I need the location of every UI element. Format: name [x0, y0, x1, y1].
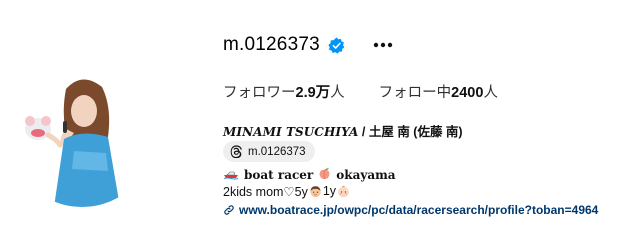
- profile-link[interactable]: www.boatrace.jp/owpc/pc/data/racersearch…: [223, 201, 598, 219]
- boy-emoji-icon: [309, 185, 322, 198]
- profile-avatar[interactable]: [8, 59, 156, 207]
- bio-kids-text: 2kids mom♡5y: [223, 184, 308, 199]
- peach-emoji-icon: [318, 167, 331, 183]
- bio-okayama: okayama: [336, 168, 396, 182]
- followers-label: フォロワー: [223, 85, 296, 101]
- followers-count: 2.9万: [295, 85, 331, 101]
- threads-badge[interactable]: m.0126373: [223, 141, 315, 162]
- following-count: 2400: [451, 85, 484, 101]
- following-label: フォロー中: [378, 85, 452, 101]
- followers-unit: 人: [330, 85, 345, 101]
- link-icon: [223, 204, 235, 216]
- full-name-separator: /: [358, 125, 369, 139]
- followers-stat[interactable]: フォロワー 2.9万 人: [223, 81, 345, 102]
- following-stat[interactable]: フォロー中 2400 人: [379, 81, 498, 102]
- bio-line-2: 2kids mom♡5y 1y: [223, 183, 351, 199]
- bio-boat-racer: boat racer: [244, 168, 314, 182]
- profile-stats: フォロワー 2.9万 人 フォロー中 2400 人: [223, 81, 498, 101]
- speedboat-emoji-icon: [223, 168, 239, 183]
- username: m.0126373: [223, 34, 320, 55]
- following-unit: 人: [483, 85, 498, 101]
- profile-link-text[interactable]: www.boatrace.jp/owpc/pc/data/racersearch…: [239, 203, 598, 217]
- username-row: m.0126373: [223, 33, 394, 57]
- verified-badge-icon: [328, 36, 345, 54]
- full-name-latin: MINAMI TSUCHIYA: [223, 125, 359, 139]
- full-name-japanese: 土屋 南 (佐藤 南): [368, 125, 463, 139]
- threads-icon: [230, 145, 243, 159]
- threads-handle: m.0126373: [248, 145, 306, 158]
- more-options-icon[interactable]: [372, 34, 394, 56]
- baby-emoji-icon: [337, 185, 350, 198]
- bio-age-text: 1y: [322, 184, 337, 198]
- full-name: MINAMI TSUCHIYA / 土屋 南 (佐藤 南): [223, 121, 463, 140]
- bio-line-1: boat racer okayama: [223, 167, 396, 183]
